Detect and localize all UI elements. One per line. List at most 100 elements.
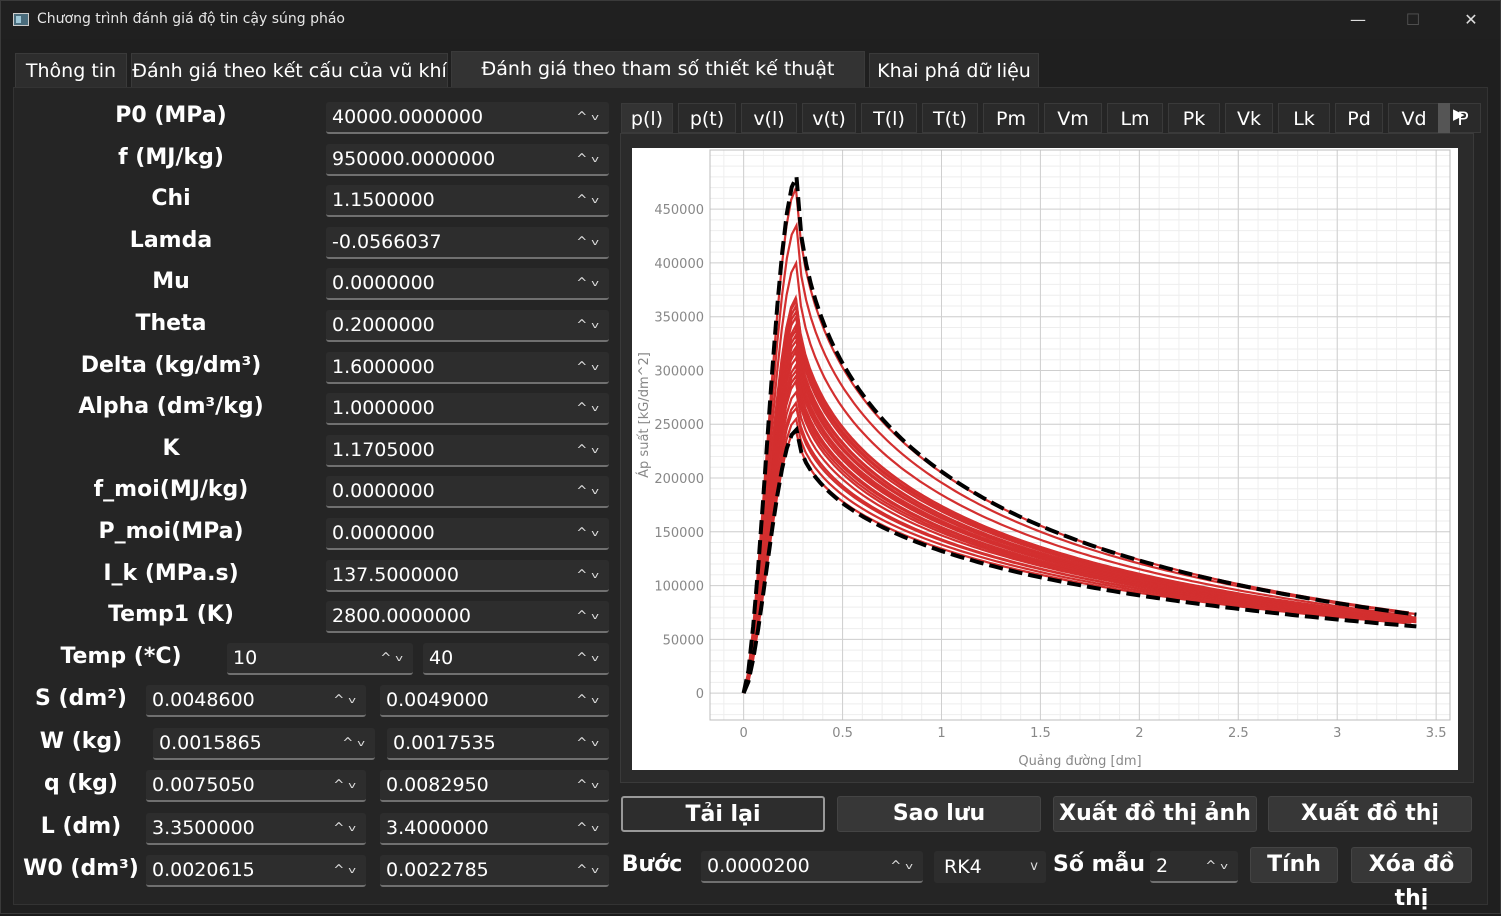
- temp-min-spinbox[interactable]: 10 ^v: [227, 643, 413, 675]
- param-label: Mu: [152, 269, 190, 295]
- range-min-spinbox[interactable]: 0.0048600 ^v: [146, 685, 366, 717]
- param-label: Chi: [151, 186, 191, 212]
- temp-max-spinbox[interactable]: 40 ^v: [423, 643, 609, 675]
- plot-tab[interactable]: T(t): [922, 103, 978, 133]
- plot-tab[interactable]: Lm: [1107, 103, 1163, 133]
- spin-arrows-icon[interactable]: ^v: [576, 310, 603, 341]
- title-bar: Chương trình đánh giá độ tin cậy súng ph…: [1, 1, 1500, 39]
- spin-arrows-icon[interactable]: ^v: [576, 643, 603, 674]
- spin-arrows-icon[interactable]: ^v: [576, 144, 603, 175]
- chart-svg: 0 0.5 1 1.5 2 2.5 3 3.5 0 50000 100000 150000 200000…: [636, 149, 1451, 769]
- minimize-button[interactable]: —: [1335, 1, 1381, 39]
- range-max-spinbox[interactable]: 0.0082950 ^v: [380, 770, 609, 802]
- param-spinbox[interactable]: 0.0000000 ^v: [326, 268, 609, 301]
- plot-tab[interactable]: Pd: [1335, 103, 1383, 133]
- plot-tab[interactable]: p(t): [678, 103, 736, 133]
- window-title: Chương trình đánh giá độ tin cậy súng ph…: [37, 11, 345, 27]
- param-value: 0.0000000: [332, 272, 435, 295]
- plot-tab[interactable]: p(l): [621, 103, 673, 133]
- export-plot-button[interactable]: Xuất đồ thị: [1268, 796, 1472, 832]
- method-select[interactable]: RK4 v: [934, 851, 1046, 883]
- spin-arrows-icon[interactable]: ^v: [333, 813, 360, 844]
- spin-arrows-icon[interactable]: ^v: [576, 268, 603, 299]
- series-line: [742, 343, 1412, 694]
- param-spinbox[interactable]: 1.1705000 ^v: [326, 434, 609, 467]
- param-spinbox[interactable]: 950000.0000000 ^v: [326, 143, 609, 176]
- spin-arrows-icon[interactable]: ^v: [342, 728, 369, 759]
- spin-arrows-icon[interactable]: ^v: [1205, 851, 1232, 882]
- spin-arrows-icon[interactable]: ^v: [576, 352, 603, 383]
- range-min-spinbox[interactable]: 0.0075050 ^v: [146, 770, 366, 802]
- close-button[interactable]: ✕: [1448, 1, 1494, 39]
- param-spinbox[interactable]: -0.0566037 ^v: [326, 226, 609, 259]
- range-max-spinbox[interactable]: 3.4000000 ^v: [380, 813, 609, 845]
- reload-button[interactable]: Tải lại: [621, 796, 825, 832]
- plot-tab[interactable]: v(l): [741, 103, 797, 133]
- plot-tab[interactable]: Vk: [1225, 103, 1273, 133]
- param-spinbox[interactable]: 0.2000000 ^v: [326, 310, 609, 342]
- tab-scroll-left[interactable]: [1438, 103, 1450, 133]
- backup-button[interactable]: Sao lưu: [837, 796, 1041, 832]
- range-max-spinbox[interactable]: 0.0049000 ^v: [380, 685, 609, 717]
- plot-tab[interactable]: Vd: [1388, 103, 1440, 133]
- param-spinbox[interactable]: 40000.0000000 ^v: [326, 102, 609, 134]
- maximize-button[interactable]: ☐: [1390, 1, 1436, 39]
- spin-arrows-icon[interactable]: ^v: [576, 601, 603, 632]
- range-min-value: 3.3500000: [152, 817, 255, 839]
- spin-arrows-icon[interactable]: ^v: [576, 185, 603, 216]
- plot-tab[interactable]: Pk: [1168, 103, 1220, 133]
- clear-plot-button[interactable]: Xóa đồ thị: [1351, 847, 1472, 911]
- tab-scroll-right-icon[interactable]: ▶: [1453, 105, 1465, 123]
- spin-arrows-icon[interactable]: ^v: [380, 643, 407, 674]
- param-spinbox[interactable]: 137.5000000 ^v: [326, 559, 609, 592]
- range-max-value: 0.0082950: [386, 774, 489, 796]
- spin-arrows-icon[interactable]: ^v: [576, 435, 603, 466]
- range-max-spinbox[interactable]: 0.0022785 ^v: [380, 855, 609, 887]
- range-max-value: 0.0017535: [393, 732, 496, 754]
- samples-spinbox[interactable]: 2 ^v: [1150, 851, 1238, 883]
- method-value: RK4: [944, 856, 982, 878]
- range-max-spinbox[interactable]: 0.0017535 ^v: [387, 728, 609, 760]
- spin-arrows-icon[interactable]: ^v: [333, 855, 360, 886]
- tab-ballistic-design[interactable]: Đánh giá theo tham số thiết kế thuật phó…: [451, 51, 865, 114]
- spin-arrows-icon[interactable]: ^v: [576, 813, 603, 844]
- param-spinbox[interactable]: 1.1500000 ^v: [326, 185, 609, 218]
- spin-arrows-icon[interactable]: ^v: [333, 770, 360, 801]
- compute-button[interactable]: Tính: [1250, 847, 1338, 883]
- param-spinbox[interactable]: 0.0000000 ^v: [326, 518, 609, 550]
- spin-arrows-icon[interactable]: ^v: [576, 518, 603, 549]
- spin-arrows-icon[interactable]: ^v: [890, 851, 917, 882]
- spin-arrows-icon[interactable]: ^v: [576, 855, 603, 886]
- spin-arrows-icon[interactable]: ^v: [576, 227, 603, 258]
- param-label: Alpha (dm³/kg): [78, 394, 264, 420]
- plot-tab[interactable]: Vm: [1044, 103, 1102, 133]
- param-spinbox[interactable]: 1.6000000 ^v: [326, 351, 609, 384]
- tab-info[interactable]: Thông tin: [15, 53, 127, 87]
- range-label: q (kg): [44, 771, 118, 796]
- step-spinbox[interactable]: 0.0000200 ^v: [701, 851, 923, 883]
- spin-arrows-icon[interactable]: ^v: [576, 728, 603, 759]
- range-min-spinbox[interactable]: 3.3500000 ^v: [146, 813, 366, 845]
- spin-arrows-icon[interactable]: ^v: [576, 560, 603, 591]
- param-value: 950000.0000000: [332, 147, 496, 170]
- plot-tab[interactable]: Pm: [983, 103, 1039, 133]
- spin-arrows-icon[interactable]: ^v: [576, 685, 603, 716]
- param-spinbox[interactable]: 0.0000000 ^v: [326, 476, 609, 509]
- param-spinbox[interactable]: 2800.0000000 ^v: [326, 601, 609, 634]
- param-spinbox[interactable]: 1.0000000 ^v: [326, 393, 609, 426]
- spin-arrows-icon[interactable]: ^v: [576, 770, 603, 801]
- spin-arrows-icon[interactable]: ^v: [576, 476, 603, 507]
- param-label: Theta: [135, 311, 207, 336]
- spin-arrows-icon[interactable]: ^v: [576, 102, 603, 133]
- range-min-spinbox[interactable]: 0.0015865 ^v: [153, 728, 375, 760]
- tab-data-mining[interactable]: Khai phá dữ liệu: [869, 53, 1039, 87]
- range-min-spinbox[interactable]: 0.0020615 ^v: [146, 855, 366, 887]
- spin-arrows-icon[interactable]: ^v: [576, 393, 603, 424]
- spin-arrows-icon[interactable]: ^v: [333, 685, 360, 716]
- tab-weapon-structure[interactable]: Đánh giá theo kết cấu của vũ khí: [131, 53, 448, 87]
- plot-tab[interactable]: v(t): [802, 103, 856, 133]
- export-image-button[interactable]: Xuất đồ thị ảnh: [1053, 796, 1257, 832]
- x-tick-label: 1: [937, 726, 945, 741]
- plot-tab[interactable]: T(l): [861, 103, 917, 133]
- plot-tab[interactable]: Lk: [1278, 103, 1330, 133]
